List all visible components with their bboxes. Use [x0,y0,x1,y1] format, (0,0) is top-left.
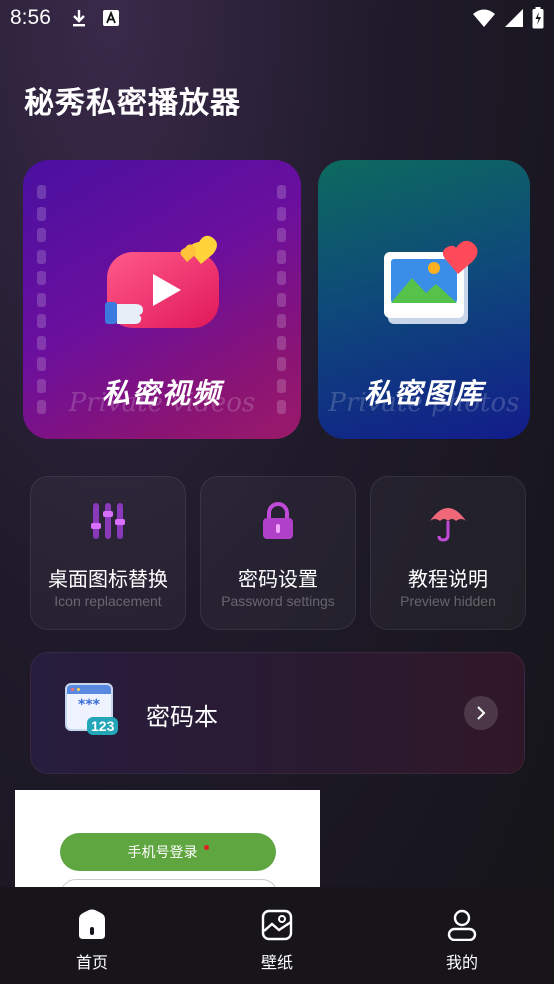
password-badge: 123 [87,717,119,735]
app-title: 秘秀私密播放器 [24,86,241,121]
home-icon [79,909,105,939]
nav-wallpaper-label: 壁纸 [260,953,293,972]
tutorial-tile[interactable]: 教程说明 Preview hidden [370,476,526,630]
private-videos-label: 私密视频 [101,377,222,410]
password-settings-title: 密码设置 [238,567,318,591]
status-left-icons [70,8,120,28]
private-photos-label: 私密图库 [363,377,484,410]
password-notebook-label: 密码本 [146,703,218,731]
icon-replacement-subtitle: Icon replacement [54,593,162,609]
password-settings-subtitle: Password settings [221,593,335,609]
status-time: 8:56 [10,6,51,29]
lock-icon [263,502,293,539]
private-videos-card[interactable]: Private videos 私密视频 [23,160,301,439]
nav-home-label: 首页 [75,953,108,972]
password-book-icon: *** 123 [65,683,121,743]
wifi-icon [473,9,495,27]
umbrella-icon [430,508,466,542]
profile-icon [447,909,477,941]
download-icon [73,10,85,27]
font-a-icon [103,10,119,26]
battery-icon [532,7,544,29]
status-right-icons [472,7,544,29]
status-bar: 8:56 [0,0,554,36]
icon-replacement-tile[interactable]: 桌面图标替换 Icon replacement [30,476,186,630]
icon-replacement-title: 桌面图标替换 [48,567,168,591]
nav-wallpaper[interactable]: 壁纸 [232,909,322,973]
wallpaper-icon [261,909,293,941]
photo-gallery-icon [384,240,478,324]
nav-home[interactable]: 首页 [47,909,137,973]
password-stars: *** [78,697,100,713]
password-notebook-card[interactable]: *** 123 密码本 [30,652,525,774]
nav-profile[interactable]: 我的 [417,909,507,973]
sliders-icon [91,503,125,539]
password-settings-tile[interactable]: 密码设置 Password settings [200,476,356,630]
login-overlay: 手机号登录 [15,790,320,887]
tutorial-title: 教程说明 [408,567,488,591]
phone-login-label: 手机号登录 [127,845,198,861]
tutorial-subtitle: Preview hidden [400,593,496,609]
private-photos-card[interactable]: Private photos 私密图库 [318,160,530,439]
secondary-login-button[interactable] [60,879,278,887]
video-play-icon [105,235,219,328]
nav-profile-label: 我的 [445,953,478,972]
red-dot-indicator [203,844,209,850]
signal-icon [505,9,523,27]
chevron-right-icon [477,706,486,720]
phone-login-button[interactable]: 手机号登录 [60,833,276,871]
notebook-arrow-button[interactable] [464,696,498,730]
bottom-nav: 首页 壁纸 我的 [0,887,554,984]
